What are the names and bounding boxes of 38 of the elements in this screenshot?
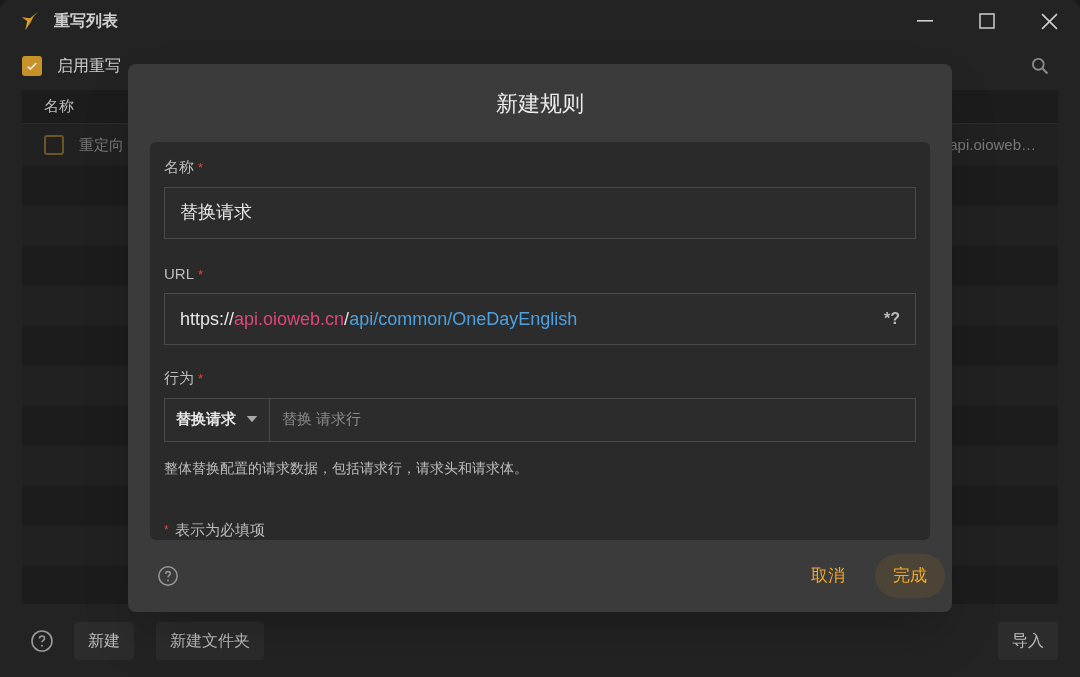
import-button[interactable]: 导入 (998, 621, 1058, 660)
caret-icon (246, 416, 258, 423)
table-cell-text: api.oioweb… (949, 134, 1036, 155)
wildcard-toggle[interactable]: *? (884, 307, 900, 331)
maximize-icon (979, 13, 995, 29)
url-text: api/common/OneDayEnglish (349, 308, 578, 329)
required-note: 表示为必填项 (174, 519, 265, 540)
action-select[interactable]: 替换请求 (164, 397, 270, 442)
cancel-button[interactable]: 取消 (795, 554, 861, 598)
search-icon[interactable] (1030, 56, 1050, 76)
name-field[interactable]: 替换请求 (164, 186, 916, 239)
window-title: 重写列表 (54, 11, 118, 31)
url-text: / (344, 308, 350, 329)
table-cell-text: 重定向 (79, 134, 124, 155)
done-button[interactable]: 完成 (875, 554, 945, 598)
help-icon[interactable] (30, 628, 54, 653)
url-field[interactable]: https://api.oioweb.cn/api/common/OneDayEnglish *? (164, 293, 916, 345)
field-label: 名称 (164, 157, 194, 177)
field-label: URL (164, 263, 194, 284)
url-text: api.oioweb.cn (234, 308, 345, 329)
enable-rewrite-label: 启用重写 (57, 56, 121, 76)
description-text: 整体替换配置的请求数据，包括请求行，请求头和请求体。 (164, 458, 529, 478)
checkbox[interactable] (44, 135, 64, 155)
dialog-title: 新建规则 (496, 89, 584, 118)
required-mark: * (198, 159, 204, 177)
required-mark: * (198, 370, 204, 388)
field-label: 行为 (164, 368, 194, 388)
required-mark: * (198, 265, 204, 284)
minimize-icon (917, 20, 933, 22)
close-icon (1040, 12, 1058, 30)
action-input[interactable]: 替换 请求行 (270, 397, 916, 442)
help-icon[interactable] (157, 565, 179, 587)
toolbar-button[interactable]: 新建文件夹 (156, 621, 264, 660)
url-text: https:// (180, 308, 235, 329)
checkbox[interactable] (22, 56, 42, 76)
column-header: 名称 (44, 96, 74, 117)
required-mark: * (164, 521, 169, 539)
toolbar-button[interactable]: 新建 (74, 621, 134, 660)
